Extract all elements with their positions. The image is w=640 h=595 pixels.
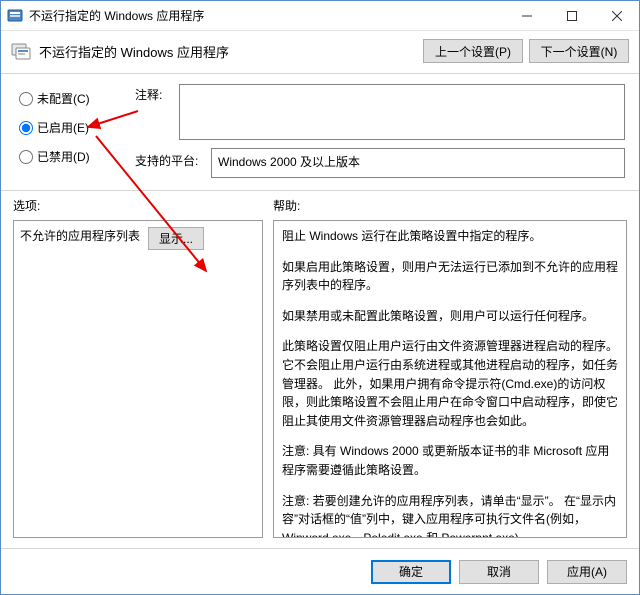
maximize-button[interactable] <box>549 1 594 30</box>
minimize-button[interactable] <box>504 1 549 30</box>
window-title: 不运行指定的 Windows 应用程序 <box>29 7 504 24</box>
help-paragraph: 如果启用此策略设置，则用户无法运行已添加到不允许的应用程序列表中的程序。 <box>282 258 618 295</box>
radio-not-configured-input[interactable] <box>19 92 33 106</box>
platform-value: Windows 2000 及以上版本 <box>211 148 625 178</box>
policy-title: 不运行指定的 Windows 应用程序 <box>39 42 417 61</box>
config-area: 未配置(C) 已启用(E) 已禁用(D) 注释: 支持的平台: Windows … <box>1 74 639 191</box>
help-paragraph: 此策略设置仅阻止用户运行由文件资源管理器进程启动的程序。它不会阻止用户运行由系统… <box>282 337 618 430</box>
policy-icon <box>11 41 31 61</box>
previous-setting-button[interactable]: 上一个设置(P) <box>423 39 523 63</box>
help-paragraph: 阻止 Windows 运行在此策略设置中指定的程序。 <box>282 227 618 246</box>
help-paragraph: 注意: 具有 Windows 2000 或更新版本证书的非 Microsoft … <box>282 442 618 479</box>
platform-label: 支持的平台: <box>135 148 205 169</box>
radio-not-configured[interactable]: 未配置(C) <box>19 90 129 107</box>
help-label: 帮助: <box>273 197 300 214</box>
titlebar: 不运行指定的 Windows 应用程序 <box>1 1 639 31</box>
state-radio-group: 未配置(C) 已启用(E) 已禁用(D) <box>19 84 129 178</box>
cancel-button[interactable]: 取消 <box>459 560 539 584</box>
lower-area: 不允许的应用程序列表 显示... 阻止 Windows 运行在此策略设置中指定的… <box>1 220 639 548</box>
disallowed-list-label: 不允许的应用程序列表 <box>20 227 140 244</box>
radio-enabled-label: 已启用(E) <box>37 119 89 136</box>
comment-label: 注释: <box>135 84 173 103</box>
options-label: 选项: <box>13 197 273 214</box>
radio-disabled-label: 已禁用(D) <box>37 148 90 165</box>
options-panel: 不允许的应用程序列表 显示... <box>13 220 263 538</box>
platform-row: 支持的平台: Windows 2000 及以上版本 <box>135 148 625 178</box>
close-button[interactable] <box>594 1 639 30</box>
apply-button[interactable]: 应用(A) <box>547 560 627 584</box>
gpo-dialog: 不运行指定的 Windows 应用程序 不运行指定的 Windows 应用程序 … <box>0 0 640 595</box>
app-icon <box>7 8 23 24</box>
radio-enabled[interactable]: 已启用(E) <box>19 119 129 136</box>
help-paragraph: 如果禁用或未配置此策略设置，则用户可以运行任何程序。 <box>282 307 618 326</box>
show-button[interactable]: 显示... <box>148 227 204 250</box>
comment-textarea[interactable] <box>179 84 625 140</box>
help-paragraph: 注意: 若要创建允许的应用程序列表，请单击“显示”。 在“显示内容”对话框的“值… <box>282 492 618 538</box>
comment-row: 注释: <box>135 84 625 140</box>
next-setting-button[interactable]: 下一个设置(N) <box>529 39 629 63</box>
section-labels: 选项: 帮助: <box>1 191 639 220</box>
radio-disabled[interactable]: 已禁用(D) <box>19 148 129 165</box>
radio-not-configured-label: 未配置(C) <box>37 90 90 107</box>
footer: 确定 取消 应用(A) <box>1 548 639 594</box>
radio-enabled-input[interactable] <box>19 121 33 135</box>
radio-disabled-input[interactable] <box>19 150 33 164</box>
help-panel[interactable]: 阻止 Windows 运行在此策略设置中指定的程序。 如果启用此策略设置，则用户… <box>273 220 627 538</box>
policy-header: 不运行指定的 Windows 应用程序 上一个设置(P) 下一个设置(N) <box>1 31 639 74</box>
window-controls <box>504 1 639 30</box>
ok-button[interactable]: 确定 <box>371 560 451 584</box>
